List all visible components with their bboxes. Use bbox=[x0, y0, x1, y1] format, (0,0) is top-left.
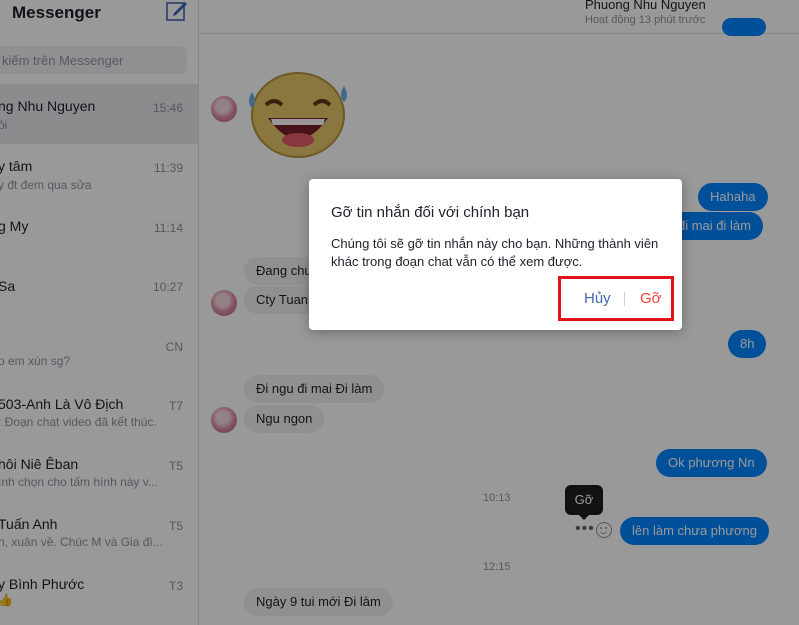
button-divider bbox=[624, 292, 625, 306]
dialog-title: Gỡ tin nhắn đối với chính bạn bbox=[331, 204, 530, 221]
remove-button[interactable]: Gỡ bbox=[640, 290, 662, 307]
cancel-button[interactable]: Hủy bbox=[584, 290, 611, 307]
dialog-body: Chúng tôi sẽ gỡ tin nhắn này cho bạn. Nh… bbox=[331, 236, 659, 269]
